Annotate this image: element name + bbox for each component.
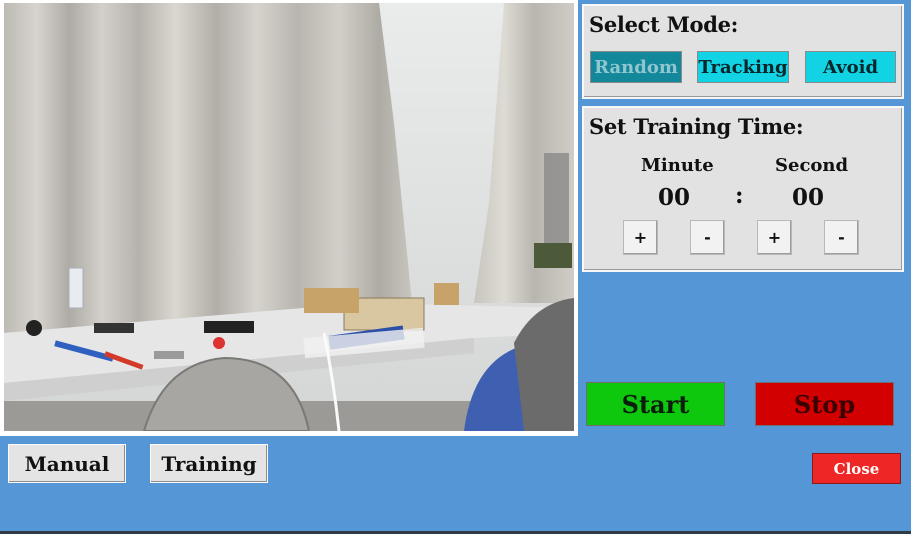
start-button[interactable]: Start [586,382,725,426]
camera-feed-image [4,3,574,431]
manual-button[interactable]: Manual [8,444,126,483]
second-value: 00 [792,184,825,211]
training-time-panel: Set Training Time: Minute Second 00 : 00… [582,106,904,272]
training-button[interactable]: Training [150,444,268,483]
second-label: Second [775,155,849,176]
camera-frame [0,0,578,436]
minute-value: 00 [658,184,691,211]
minute-label: Minute [641,155,714,176]
minute-minus-button[interactable]: - [690,220,725,255]
second-plus-button[interactable]: + [757,220,792,255]
random-mode-button[interactable]: Random [590,51,682,83]
tracking-mode-button[interactable]: Tracking [697,51,789,83]
avoid-mode-button[interactable]: Avoid [805,51,896,83]
close-button[interactable]: Close [812,453,901,484]
time-separator: : [735,182,744,209]
minute-plus-button[interactable]: + [623,220,658,255]
stop-button[interactable]: Stop [755,382,894,426]
training-time-title: Set Training Time: [589,114,804,139]
select-mode-title: Select Mode: [589,12,739,37]
second-minus-button[interactable]: - [824,220,859,255]
select-mode-panel: Select Mode: Random Tracking Avoid [582,4,904,99]
